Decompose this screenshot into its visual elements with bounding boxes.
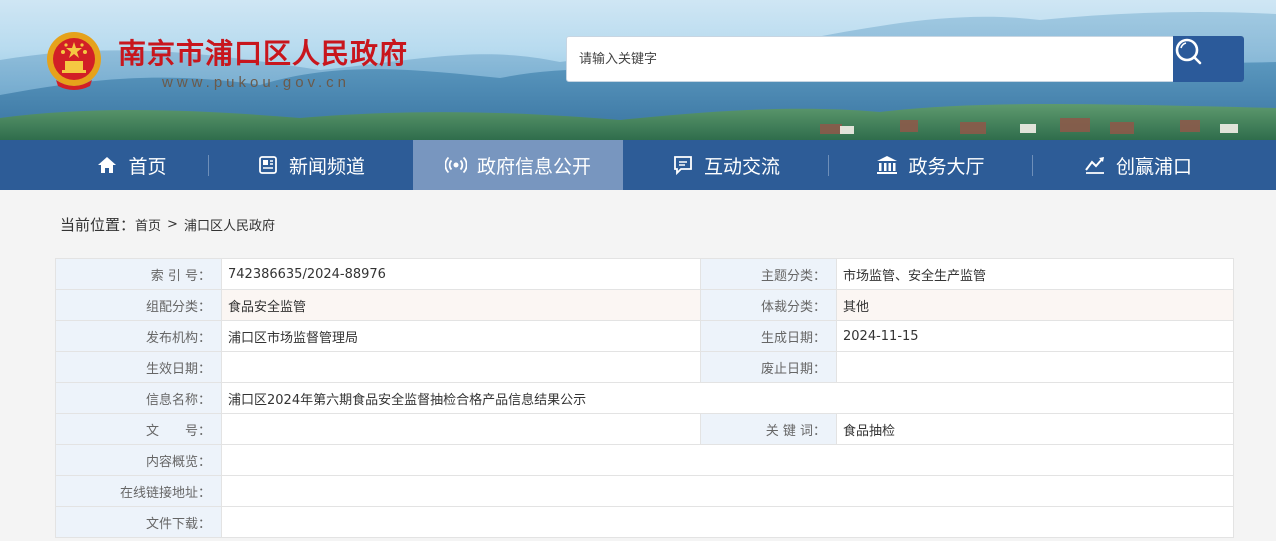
info-table: 索 引 号： 742386635/2024-88976 主题分类： 市场监管、安… [55, 258, 1234, 538]
index-no-label: 索 引 号： [55, 258, 222, 290]
nav-item-label: 新闻频道 [288, 155, 365, 178]
nav-item-home[interactable]: 首页 [55, 140, 208, 190]
index-no-value: 742386635/2024-88976 [221, 258, 701, 290]
header-banner: 南京市浦口区人民政府 www.pukou.gov.cn [0, 0, 1276, 140]
topic-label: 主题分类： [700, 258, 837, 290]
table-row: 发布机构： 浦口区市场监督管理局 生成日期： 2024-11-15 [55, 320, 1234, 352]
publisher-value: 浦口区市场监督管理局 [221, 320, 701, 352]
search-box [566, 36, 1244, 82]
news-icon [257, 154, 279, 176]
nav-item-win-pukou[interactable]: 创赢浦口 [1033, 140, 1243, 190]
main-nav: 首页 新闻频道 政府信息公开 互动交流 政务大厅 创赢浦口 [0, 140, 1276, 190]
group-label: 组配分类： [55, 289, 222, 321]
publisher-label: 发布机构： [55, 320, 222, 352]
summary-value [221, 444, 1234, 476]
nav-item-label: 互动交流 [703, 155, 780, 178]
site-url: www.pukou.gov.cn [162, 74, 350, 91]
created-label: 生成日期： [700, 320, 837, 352]
doc-no-label: 文 号： [55, 413, 222, 445]
expired-value [836, 351, 1234, 383]
breadcrumb-separator: > [167, 217, 178, 232]
site-title[interactable]: 南京市浦口区人民政府 [118, 32, 408, 72]
nav-item-news[interactable]: 新闻频道 [209, 140, 413, 190]
nav-item-gov-info[interactable]: 政府信息公开 [413, 140, 623, 190]
home-icon [96, 154, 118, 176]
genre-label: 体裁分类： [700, 289, 837, 321]
table-row: 生效日期： 废止日期： [55, 351, 1234, 383]
table-row: 信息名称： 浦口区2024年第六期食品安全监督抽检合格产品信息结果公示 [55, 382, 1234, 414]
breadcrumb-home-link[interactable]: 首页 [135, 215, 161, 234]
expired-label: 废止日期： [700, 351, 837, 383]
table-row: 文件下载： [55, 506, 1234, 538]
breadcrumb-gov-link[interactable]: 浦口区人民政府 [184, 215, 275, 234]
table-row: 内容概览： [55, 444, 1234, 476]
nav-item-interaction[interactable]: 互动交流 [623, 140, 829, 190]
nav-item-label: 政务大厅 [908, 155, 985, 178]
table-row: 在线链接地址： [55, 475, 1234, 507]
keywords-label: 关 键 词： [700, 413, 837, 445]
nav-item-label: 首页 [128, 155, 167, 178]
keywords-value: 食品抽检 [836, 413, 1234, 445]
online-link-value[interactable] [221, 475, 1234, 507]
table-row: 组配分类： 食品安全监管 体裁分类： 其他 [55, 289, 1234, 321]
search-input[interactable] [567, 37, 1175, 81]
info-name-label: 信息名称： [55, 382, 222, 414]
info-name-value: 浦口区2024年第六期食品安全监督抽检合格产品信息结果公示 [221, 382, 1234, 414]
chat-icon [672, 154, 694, 176]
nav-item-label: 政府信息公开 [476, 155, 591, 178]
summary-label: 内容概览： [55, 444, 222, 476]
doc-no-value [221, 413, 701, 445]
nav-item-service-hall[interactable]: 政务大厅 [829, 140, 1032, 190]
broadcast-icon [444, 154, 467, 176]
national-emblem-icon [44, 30, 104, 92]
effective-value [221, 351, 701, 383]
download-value[interactable] [221, 506, 1234, 538]
search-button[interactable] [1173, 36, 1244, 82]
effective-label: 生效日期： [55, 351, 222, 383]
table-row: 索 引 号： 742386635/2024-88976 主题分类： 市场监管、安… [55, 258, 1234, 290]
online-link-label: 在线链接地址： [55, 475, 222, 507]
building-icon [876, 154, 898, 176]
chart-icon [1084, 154, 1106, 176]
download-label: 文件下载： [55, 506, 222, 538]
breadcrumb-label: 当前位置： [60, 216, 136, 234]
genre-value: 其他 [836, 289, 1234, 321]
created-value: 2024-11-15 [836, 320, 1234, 352]
group-value: 食品安全监管 [221, 289, 701, 321]
nav-item-label: 创赢浦口 [1115, 155, 1192, 178]
topic-value: 市场监管、安全生产监管 [836, 258, 1234, 290]
table-row: 文 号： 关 键 词： 食品抽检 [55, 413, 1234, 445]
breadcrumb: 当前位置： 首页 > 浦口区人民政府 [60, 214, 275, 235]
